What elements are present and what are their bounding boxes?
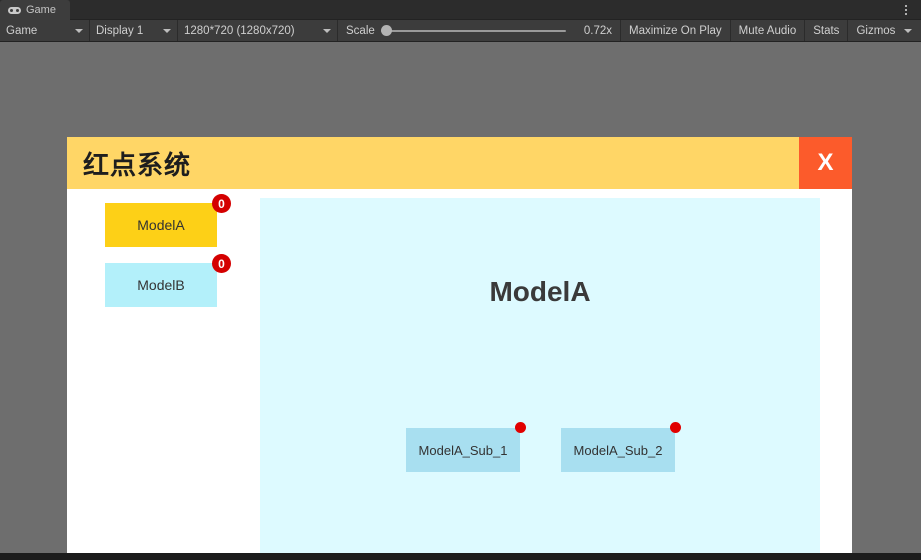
scale-slider-knob[interactable] [380, 25, 392, 36]
resolution-dropdown[interactable]: 1280*720 (1280x720) [178, 20, 338, 41]
red-dot-icon [670, 422, 681, 433]
red-dot-icon [515, 422, 526, 433]
gizmos-label: Gizmos [856, 24, 896, 37]
sub-item-row: ModelA_Sub_1 ModelA_Sub_2 [406, 422, 681, 472]
tab-game-label: Game [26, 4, 56, 16]
scale-value: 0.72x [583, 24, 612, 37]
chevron-down-icon [75, 28, 83, 33]
window-bottom-edge [0, 553, 921, 560]
status-badge: 0 [212, 254, 231, 273]
maximize-on-play-button[interactable]: Maximize On Play [621, 20, 731, 41]
view-mode-label: Game [6, 24, 38, 37]
more-vertical-icon[interactable] [897, 0, 915, 20]
scale-label: Scale [346, 24, 375, 37]
content-title: ModelA [489, 276, 591, 307]
tab-game[interactable]: Game [0, 0, 70, 20]
unity-editor-window: Game Game Display 1 1280*720 (1280x720) … [0, 0, 921, 560]
nav-item-label: ModelA [137, 217, 185, 233]
chevron-down-icon [904, 28, 913, 33]
nav-item-modela[interactable]: ModelA 0 [105, 194, 231, 247]
dialog-body: ModelA 0 ModelB 0 ModelA ModelA_Sub_1 Mo… [67, 189, 852, 553]
game-view-toolbar: Game Display 1 1280*720 (1280x720) Scale… [0, 20, 921, 42]
nav-item-modelb[interactable]: ModelB 0 [105, 254, 231, 307]
content-panel: ModelA ModelA_Sub_1 ModelA_Sub_2 [260, 198, 820, 553]
sub-item-label: ModelA_Sub_1 [418, 442, 508, 458]
sub-item-label: ModelA_Sub_2 [573, 442, 663, 458]
resolution-label: 1280*720 (1280x720) [184, 24, 295, 37]
gizmos-dropdown[interactable]: Gizmos [848, 20, 918, 41]
display-dropdown[interactable]: Display 1 [90, 20, 178, 41]
close-button[interactable]: X [799, 137, 852, 189]
chevron-down-icon [323, 28, 331, 33]
stats-button[interactable]: Stats [805, 20, 849, 41]
view-mode-dropdown[interactable]: Game [0, 20, 90, 41]
sub-item-modela-sub-2[interactable]: ModelA_Sub_2 [561, 422, 681, 472]
chevron-down-icon [163, 28, 171, 33]
scale-slider-track [380, 29, 566, 32]
display-label: Display 1 [96, 24, 144, 37]
nav-item-label: ModelB [137, 277, 185, 293]
tab-strip: Game [0, 0, 921, 20]
scale-control[interactable]: Scale 0.72x [338, 20, 621, 41]
mute-audio-button[interactable]: Mute Audio [731, 20, 806, 41]
gamepad-icon [8, 6, 21, 15]
dialog-title-bar: 红点系统 X [67, 137, 852, 189]
scale-slider[interactable] [380, 25, 566, 37]
red-dot-system-dialog: 红点系统 X ModelA 0 ModelB 0 ModelA ModelA_S… [67, 137, 852, 553]
model-nav-list: ModelA 0 ModelB 0 [105, 194, 265, 323]
dialog-title: 红点系统 [83, 149, 192, 180]
game-view-canvas: 红点系统 X ModelA 0 ModelB 0 ModelA ModelA_S… [0, 43, 921, 553]
sub-item-modela-sub-1[interactable]: ModelA_Sub_1 [406, 422, 526, 472]
status-badge: 0 [212, 194, 231, 213]
